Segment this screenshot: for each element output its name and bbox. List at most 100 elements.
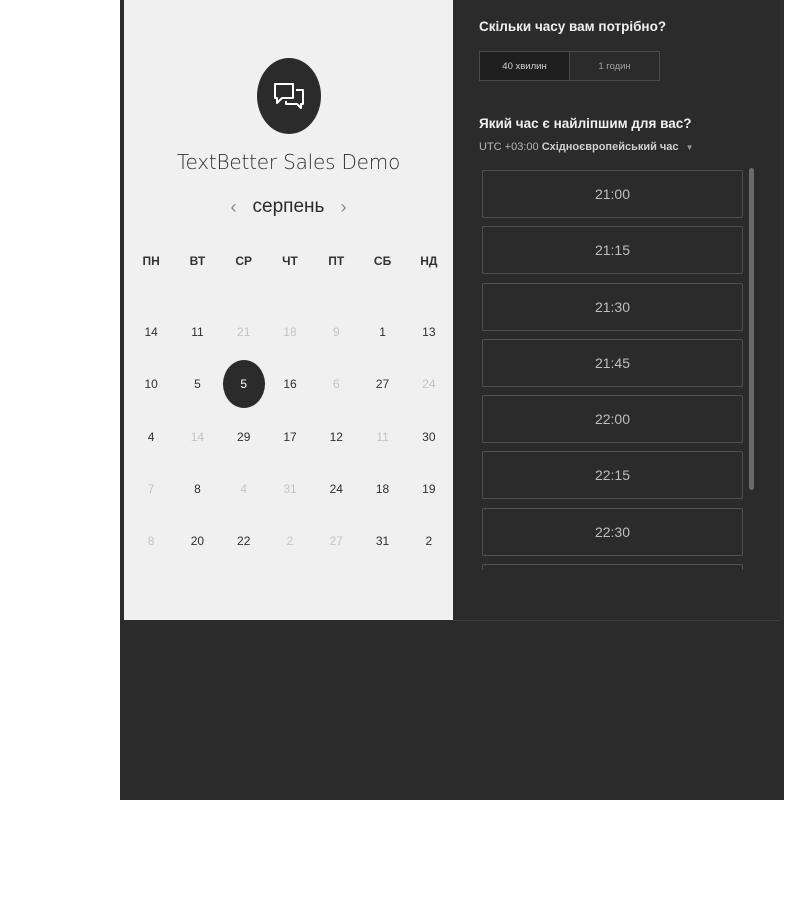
calendar-day[interactable]: 24 xyxy=(313,463,359,515)
booking-widget: TextBetter Sales Demo ‹ серпень › ПН ВТ … xyxy=(120,0,784,800)
calendar-day: 21 xyxy=(221,306,267,358)
calendar-day[interactable]: 1 xyxy=(359,306,405,358)
chat-bubbles-icon xyxy=(274,83,304,109)
calendar-day-number: 8 xyxy=(194,482,201,497)
calendar-day[interactable]: 22 xyxy=(221,515,267,567)
calendar-day-number: 30 xyxy=(422,429,436,444)
calendar-day[interactable]: 20 xyxy=(174,515,220,567)
calendar-day[interactable]: 31 xyxy=(359,515,405,567)
weekday-label: СБ xyxy=(373,254,392,268)
calendar-day[interactable]: 4 xyxy=(128,411,174,463)
calendar-day-number: 20 xyxy=(190,534,205,549)
calendar-day-number: 4 xyxy=(240,482,248,497)
calendar-day[interactable]: 16 xyxy=(267,358,313,410)
calendar-day[interactable]: 13 xyxy=(406,306,452,358)
calendar-day[interactable]: 17 xyxy=(267,411,313,463)
calendar-day[interactable]: 19 xyxy=(406,463,452,515)
calendar-day[interactable]: 29 xyxy=(221,411,267,463)
calendar-day-number: 18 xyxy=(283,325,297,340)
calendar-day: 14 xyxy=(174,411,220,463)
weekday-label: ЧТ xyxy=(282,254,298,268)
calendar-day-number: 7 xyxy=(147,482,155,497)
calendar-day[interactable]: 30 xyxy=(406,411,452,463)
time-slot[interactable]: 22:15 xyxy=(482,451,743,500)
calendar-day[interactable]: 18 xyxy=(359,463,405,515)
calendar-day-number: 10 xyxy=(144,377,158,392)
duration-option-1hour[interactable]: 1 годин xyxy=(569,52,659,80)
time-slot-scrollbar[interactable] xyxy=(749,168,754,490)
weekday-label: ВТ xyxy=(189,254,206,268)
calendar-day-number: 24 xyxy=(422,377,436,392)
time-slot[interactable]: 21:15 xyxy=(482,226,743,275)
calendar-day-number: 14 xyxy=(144,325,158,340)
duration-question: Скільки часу вам потрібно? xyxy=(479,19,667,34)
calendar-day-number: 13 xyxy=(422,325,436,340)
time-question: Який час є найліпшим для вас? xyxy=(479,116,692,131)
weekday-label: СР xyxy=(235,254,253,268)
calendar-day: 18 xyxy=(267,306,313,358)
calendar-day-number: 6 xyxy=(332,377,340,392)
calendar-day: 4 xyxy=(221,463,267,515)
calendar-day-number: 27 xyxy=(329,534,343,549)
calendar-day: 24 xyxy=(406,358,452,410)
calendar-day-selected[interactable]: 5 xyxy=(221,358,267,410)
time-slot[interactable]: 22:30 xyxy=(482,507,743,556)
time-slot[interactable]: 21:30 xyxy=(482,282,743,331)
calendar-day-number: 22 xyxy=(237,534,251,549)
calendar-day-number: 5 xyxy=(194,377,201,392)
weekday-label: НД xyxy=(420,254,438,268)
timezone-selector[interactable]: UTC +03:00 Східноєвропейський час ▼ xyxy=(479,141,694,153)
event-panel: TextBetter Sales Demo ‹ серпень › ПН ВТ … xyxy=(124,0,453,620)
calendar-day-number: 2 xyxy=(286,534,294,549)
calendar-day-number: 8 xyxy=(147,534,155,549)
weekday-header: ПН ВТ СР ЧТ ПТ СБ НД xyxy=(128,254,452,268)
calendar-day[interactable]: 12 xyxy=(313,411,359,463)
calendar-day: 11 xyxy=(359,411,405,463)
calendar-day-number: 11 xyxy=(376,429,389,444)
time-slot[interactable]: 21:00 xyxy=(482,170,743,218)
event-avatar xyxy=(257,58,321,134)
duration-option-40min[interactable]: 40 хвилин xyxy=(480,52,569,80)
calendar-day: 27 xyxy=(313,515,359,567)
calendar-day[interactable]: 14 xyxy=(128,306,174,358)
time-selection-panel: Скільки часу вам потрібно? 40 хвилин 1 г… xyxy=(453,0,780,621)
timezone-offset: UTC +03:00 xyxy=(479,141,539,153)
month-label: серпень xyxy=(252,196,325,217)
calendar-day: 9 xyxy=(313,306,359,358)
calendar-day[interactable]: 10 xyxy=(128,358,174,410)
calendar-day[interactable]: 8 xyxy=(174,463,220,515)
calendar-day-number: 31 xyxy=(375,534,390,549)
calendar-day-number: 27 xyxy=(375,377,390,392)
panel-edge xyxy=(780,0,784,620)
calendar-day[interactable]: 27 xyxy=(359,358,405,410)
calendar-day: 8 xyxy=(128,515,174,567)
calendar-day-number: 17 xyxy=(283,429,297,444)
prev-month-button[interactable]: ‹ xyxy=(231,196,237,218)
calendar-day: 6 xyxy=(313,358,359,410)
month-navigation: ‹ серпень › xyxy=(124,196,453,218)
chevron-down-icon: ▼ xyxy=(685,143,694,152)
event-title: TextBetter Sales Demo xyxy=(176,150,401,174)
calendar-day-number: 11 xyxy=(191,325,204,340)
calendar-day: 7 xyxy=(128,463,174,515)
calendar-day-number: 9 xyxy=(332,325,340,340)
calendar-day[interactable]: 11 xyxy=(174,306,220,358)
calendar-day-number: 14 xyxy=(190,429,205,444)
weekday-label: ПН xyxy=(142,254,160,268)
calendar-days-grid: 14 11 21 18 9 1 13 10 5 5 16 6 27 24 4 14 29 17 12 11 30 7 8 4 3… xyxy=(128,306,452,567)
time-slot[interactable]: 22:00 xyxy=(482,395,743,444)
calendar-day-number: 5 xyxy=(222,360,265,409)
calendar-day: 31 xyxy=(267,463,313,515)
weekday-label: ПТ xyxy=(328,254,345,268)
time-slot[interactable] xyxy=(482,564,743,570)
calendar-day[interactable]: 5 xyxy=(174,358,220,410)
calendar-day-number: 4 xyxy=(147,429,155,444)
timezone-name: Східноєвропейський час xyxy=(541,141,679,153)
calendar-day-number: 24 xyxy=(329,482,343,497)
calendar-day-number: 1 xyxy=(379,325,386,340)
calendar-day[interactable]: 2 xyxy=(406,515,452,567)
next-month-button[interactable]: › xyxy=(340,196,346,218)
calendar-day-number: 21 xyxy=(237,325,251,340)
calendar-day-number: 18 xyxy=(375,482,390,497)
time-slot[interactable]: 21:45 xyxy=(482,338,743,387)
